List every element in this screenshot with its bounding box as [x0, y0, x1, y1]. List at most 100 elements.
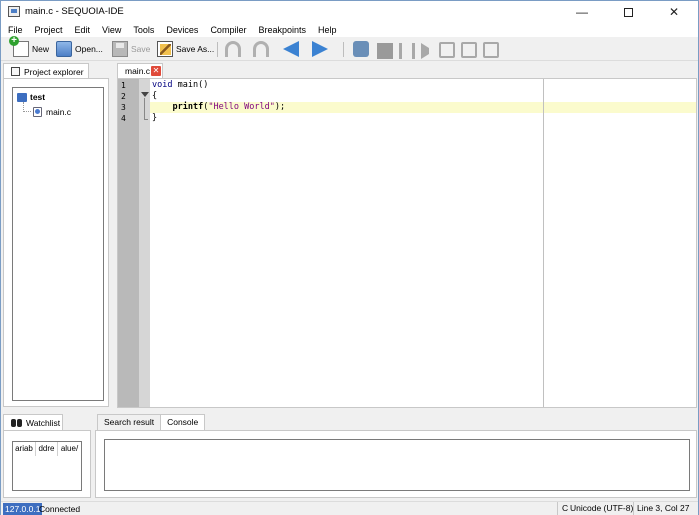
- code-line: {: [152, 91, 158, 101]
- connection-status: Connected: [39, 504, 81, 514]
- project-name: test: [30, 92, 46, 102]
- save-disk-icon: [112, 41, 128, 57]
- fold-toggle-icon[interactable]: [141, 92, 149, 97]
- window-title: main.c - SEQUOIA-IDE: [25, 6, 124, 17]
- app-icon: [8, 6, 20, 17]
- file-name: main.c: [46, 107, 72, 117]
- debug-button[interactable]: [353, 40, 372, 58]
- forward-button[interactable]: [312, 40, 331, 58]
- watchlist-panel: ariab ddre /alue: [3, 430, 91, 498]
- maximize-icon: [623, 7, 633, 17]
- menu-project[interactable]: Project: [29, 23, 69, 37]
- redo-icon: [253, 41, 269, 57]
- pause-button[interactable]: [399, 40, 418, 59]
- redo-button[interactable]: [253, 40, 272, 58]
- pause-icon: [399, 42, 415, 59]
- tab-project-explorer[interactable]: Project explorer: [3, 63, 89, 79]
- project-tree: test main.c: [12, 87, 104, 401]
- tab-console[interactable]: Console: [160, 414, 206, 430]
- project-explorer-icon: [11, 67, 20, 76]
- menu-help[interactable]: Help: [312, 23, 343, 37]
- tab-search-result[interactable]: Search result: [97, 414, 162, 430]
- undo-icon: [225, 41, 241, 57]
- save-as-label: Save As...: [176, 44, 215, 54]
- column-header-variable[interactable]: ariab: [13, 442, 36, 456]
- project-explorer-panel: test main.c: [3, 78, 109, 407]
- menu-tools[interactable]: Tools: [127, 23, 160, 37]
- open-label: Open...: [75, 44, 103, 54]
- minimize-button[interactable]: —: [559, 1, 605, 23]
- save-as-button[interactable]: Save As...: [157, 40, 214, 58]
- code-editor[interactable]: 1 2 3 4 void main() { printf("Hello Worl…: [117, 78, 697, 408]
- fold-margin: [139, 79, 150, 407]
- maximize-button[interactable]: [605, 1, 651, 23]
- column-header-address[interactable]: ddre: [36, 442, 58, 456]
- undo-button[interactable]: [225, 40, 244, 58]
- toolbar-separator: [217, 42, 218, 57]
- watchlist-table[interactable]: ariab ddre /alue: [12, 441, 82, 491]
- code-line: printf("Hello World");: [152, 102, 285, 113]
- stop-button[interactable]: [377, 40, 396, 59]
- code-line: void main(): [152, 80, 208, 91]
- new-file-icon: [9, 36, 29, 57]
- menu-devices[interactable]: Devices: [160, 23, 204, 37]
- title-bar: main.c - SEQUOIA-IDE — ✕: [1, 1, 698, 23]
- edge-marker-line: [543, 79, 544, 407]
- string-literal: "Hello World": [208, 102, 275, 112]
- tree-item-project[interactable]: test: [17, 92, 45, 102]
- binoculars-icon: [11, 418, 22, 427]
- menu-edit[interactable]: Edit: [69, 23, 97, 37]
- arrow-left-icon: [283, 41, 299, 57]
- step-over-button[interactable]: [439, 40, 458, 58]
- bottom-tab-bar: Search result Console: [97, 414, 206, 430]
- save-button[interactable]: Save: [112, 40, 150, 58]
- line-number: 2: [121, 92, 126, 101]
- open-button[interactable]: Open...: [56, 40, 103, 58]
- menu-bar: File Project Edit View Tools Devices Com…: [1, 23, 698, 37]
- column-header-value[interactable]: /alue: [58, 442, 81, 456]
- step-out-button[interactable]: [483, 40, 502, 58]
- status-bar: 127.0.0.1 Connected C Unicode (UTF-8) Li…: [1, 501, 698, 515]
- step-out-icon: [483, 42, 499, 58]
- tab-main-c[interactable]: main.c ✕: [117, 63, 163, 78]
- menu-view[interactable]: View: [96, 23, 127, 37]
- code-line: }: [152, 113, 158, 123]
- tree-connector: [23, 102, 31, 112]
- code-text: );: [274, 102, 286, 112]
- console-output[interactable]: [104, 439, 690, 491]
- save-as-icon: [157, 41, 173, 57]
- play-icon: [421, 42, 437, 59]
- tree-item-file[interactable]: main.c: [33, 107, 71, 117]
- step-into-button[interactable]: [461, 40, 480, 58]
- back-button[interactable]: [283, 40, 302, 58]
- menu-compiler[interactable]: Compiler: [204, 23, 252, 37]
- line-number: 3: [121, 103, 126, 112]
- console-panel: [95, 430, 697, 498]
- toolbar-separator: [343, 42, 344, 57]
- cursor-position: Line 3, Col 27: [633, 502, 689, 515]
- close-tab-icon[interactable]: ✕: [151, 66, 161, 76]
- c-file-icon: [33, 107, 42, 117]
- fold-guide: [144, 98, 145, 120]
- menu-breakpoints[interactable]: Breakpoints: [252, 23, 312, 37]
- step-into-icon: [461, 42, 477, 58]
- new-button[interactable]: New: [9, 36, 50, 58]
- line-number-gutter: 1 2 3 4: [118, 79, 139, 407]
- arrow-right-icon: [312, 41, 328, 57]
- line-number: 1: [121, 81, 126, 90]
- watchlist-label: Watchlist: [26, 417, 61, 428]
- tab-watchlist[interactable]: Watchlist: [3, 414, 63, 430]
- new-label: New: [32, 44, 50, 54]
- editor-tab-label: main.c: [125, 66, 151, 76]
- project-icon: [17, 92, 27, 102]
- toolbar: New Open... Save Save As...: [1, 36, 698, 61]
- stop-icon: [377, 43, 393, 59]
- ide-window: main.c - SEQUOIA-IDE — ✕ File Project Ed…: [0, 0, 699, 515]
- open-folder-icon: [56, 41, 72, 57]
- code-text: main(): [172, 80, 209, 90]
- close-button[interactable]: ✕: [651, 1, 697, 23]
- run-button[interactable]: [421, 40, 440, 59]
- line-number: 4: [121, 114, 126, 123]
- function-call: printf: [172, 102, 204, 112]
